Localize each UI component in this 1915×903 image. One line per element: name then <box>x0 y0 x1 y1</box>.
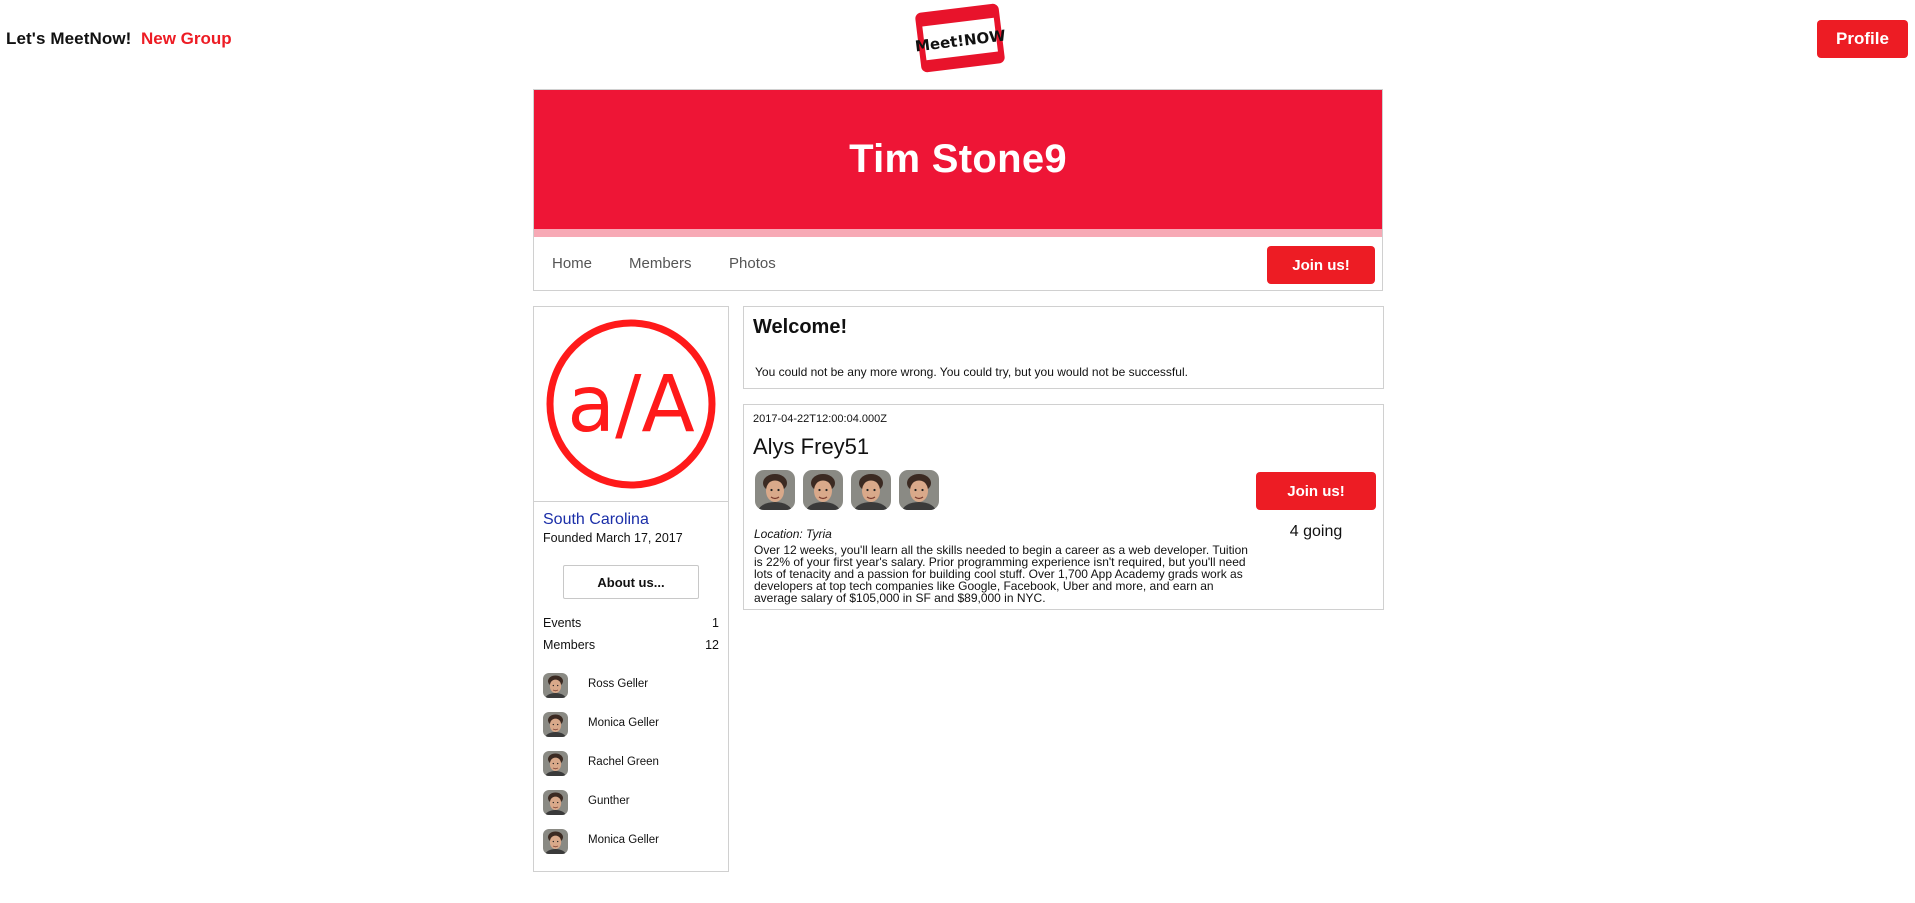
member-name: Ross Geller <box>588 678 649 690</box>
member-name: Monica Geller <box>588 834 659 846</box>
group-header: Tim Stone9 Home Members Photos Join us! <box>533 89 1383 291</box>
sidebar-divider <box>534 501 728 502</box>
event-card[interactable]: 2017-04-22T12:00:04.000Z Alys Frey51 Loc… <box>743 404 1384 610</box>
group-founded: Founded March 17, 2017 <box>543 531 683 545</box>
stat-members: Members 12 <box>543 638 719 652</box>
avatar <box>543 829 568 854</box>
new-group-link[interactable]: New Group <box>141 29 232 49</box>
member-list-item[interactable]: Ross Geller <box>543 673 719 701</box>
avatar[interactable] <box>899 470 939 510</box>
avatar <box>543 790 568 815</box>
event-description: Over 12 weeks, you'll learn all the skil… <box>754 543 1248 605</box>
going-count: 4 going <box>1289 523 1343 540</box>
group-logo: a/A <box>544 317 718 491</box>
avatar <box>543 673 568 698</box>
member-list-item[interactable]: Rachel Green <box>543 751 719 779</box>
avatar <box>543 712 568 737</box>
avatar[interactable] <box>755 470 795 510</box>
welcome-title: Welcome! <box>753 316 848 338</box>
group-sidebar: a/A South Carolina Founded March 17, 201… <box>533 306 729 872</box>
stat-label: Members <box>543 638 596 652</box>
banner-stripe <box>534 229 1382 237</box>
stat-value: 1 <box>712 616 719 630</box>
join-event-button[interactable]: Join us! <box>1256 472 1376 510</box>
stat-label: Events <box>543 616 582 630</box>
member-name: Monica Geller <box>588 717 659 729</box>
brand-link[interactable]: Let's MeetNow! <box>6 29 131 49</box>
welcome-text: You could not be any more wrong. You cou… <box>755 365 1188 379</box>
member-list-item[interactable]: Gunther <box>543 790 719 818</box>
profile-button[interactable]: Profile <box>1817 20 1908 58</box>
tab-home[interactable]: Home <box>552 255 592 272</box>
tab-members[interactable]: Members <box>629 255 692 272</box>
event-date: 2017-04-22T12:00:04.000Z <box>753 413 887 425</box>
avatar <box>543 751 568 776</box>
member-name: Gunther <box>588 795 630 807</box>
join-group-button[interactable]: Join us! <box>1267 246 1375 284</box>
event-title[interactable]: Alys Frey51 <box>753 434 869 460</box>
stat-value: 12 <box>705 638 719 652</box>
meetnow-logo[interactable]: Meet!NOW <box>912 2 1009 74</box>
group-location[interactable]: South Carolina <box>543 511 649 529</box>
avatar[interactable] <box>803 470 843 510</box>
about-us-button[interactable]: About us... <box>563 565 699 599</box>
stat-events: Events 1 <box>543 616 719 630</box>
event-location: Location: Tyria <box>754 527 832 541</box>
group-title: Tim Stone9 <box>849 137 1067 181</box>
top-nav: Let's MeetNow! New Group Meet!NOW Profil… <box>0 0 1915 80</box>
member-name: Rachel Green <box>588 756 659 768</box>
member-list-item[interactable]: Monica Geller <box>543 712 719 740</box>
welcome-card: Welcome! You could not be any more wrong… <box>743 306 1384 389</box>
avatar[interactable] <box>851 470 891 510</box>
tab-photos[interactable]: Photos <box>729 255 776 272</box>
member-list-item[interactable]: Monica Geller <box>543 829 719 857</box>
group-logo-text: a/A <box>567 360 694 450</box>
